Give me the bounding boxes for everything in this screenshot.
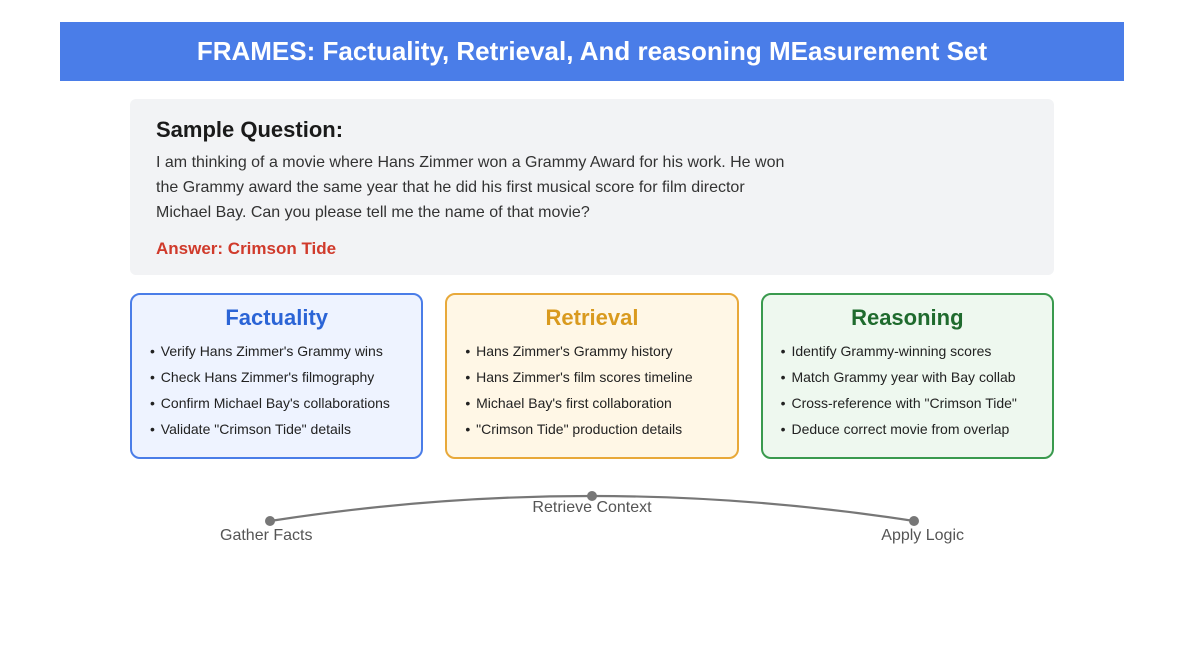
reasoning-title: Reasoning [779,305,1036,331]
sample-question-text: I am thinking of a movie where Hans Zimm… [156,151,796,225]
process-arc: Gather Facts Retrieve Context Apply Logi… [130,481,1054,561]
arc-curve-icon [130,481,1054,561]
sample-question-heading: Sample Question: [156,117,1028,143]
list-item: Check Hans Zimmer's filmography [150,365,405,391]
list-item: Match Grammy year with Bay collab [781,365,1036,391]
list-item: Confirm Michael Bay's collaborations [150,391,405,417]
retrieval-title: Retrieval [463,305,720,331]
list-item: Identify Grammy-winning scores [781,339,1036,365]
arc-label-retrieve-context: Retrieve Context [532,499,651,517]
factuality-list: Verify Hans Zimmer's Grammy wins Check H… [148,339,405,443]
reasoning-list: Identify Grammy-winning scores Match Gra… [779,339,1036,443]
reasoning-card: Reasoning Identify Grammy-winning scores… [761,293,1054,459]
title-text: FRAMES: Factuality, Retrieval, And reaso… [197,36,987,66]
list-item: Verify Hans Zimmer's Grammy wins [150,339,405,365]
retrieval-list: Hans Zimmer's Grammy history Hans Zimmer… [463,339,720,443]
concept-cards-row: Factuality Verify Hans Zimmer's Grammy w… [130,293,1054,459]
retrieval-card: Retrieval Hans Zimmer's Grammy history H… [445,293,738,459]
list-item: Validate "Crimson Tide" details [150,417,405,443]
arc-label-gather-facts: Gather Facts [220,527,312,545]
factuality-card: Factuality Verify Hans Zimmer's Grammy w… [130,293,423,459]
arc-label-apply-logic: Apply Logic [881,527,964,545]
list-item: "Crimson Tide" production details [465,417,720,443]
list-item: Hans Zimmer's film scores timeline [465,365,720,391]
list-item: Michael Bay's first collaboration [465,391,720,417]
list-item: Cross-reference with "Crimson Tide" [781,391,1036,417]
list-item: Deduce correct movie from overlap [781,417,1036,443]
sample-answer-text: Answer: Crimson Tide [156,239,1028,259]
list-item: Hans Zimmer's Grammy history [465,339,720,365]
factuality-title: Factuality [148,305,405,331]
title-banner: FRAMES: Factuality, Retrieval, And reaso… [60,22,1124,81]
sample-question-box: Sample Question: I am thinking of a movi… [130,99,1054,275]
